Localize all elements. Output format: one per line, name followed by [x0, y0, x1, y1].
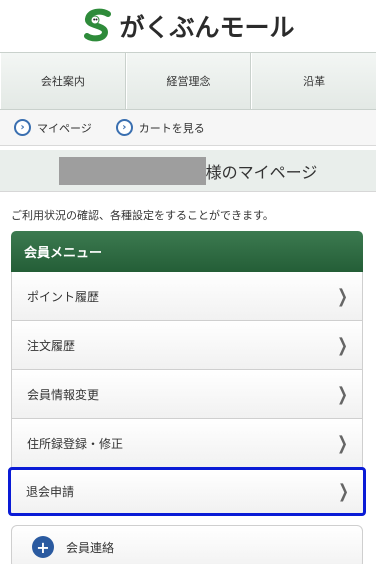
header: がくぶんモール	[0, 0, 376, 52]
page-title-suffix: 様のマイページ	[205, 162, 318, 182]
menu-item-point-history[interactable]: ポイント履歴 ❯	[11, 272, 363, 321]
chevron-right-circle-icon: ›	[115, 119, 133, 136]
logo-mark-icon	[84, 8, 112, 42]
member-menu: 会員メニュー ポイント履歴 ❯ 注文履歴 ❯ 会員情報変更 ❯ 住所録登録・修正…	[8, 231, 366, 517]
menu-item-label: ポイント履歴	[27, 289, 100, 304]
chevron-right-icon: ❯	[338, 481, 349, 502]
intro-text: ご利用状況の確認、各種設定をすることができます。	[11, 209, 274, 222]
menu-item-address-book[interactable]: 住所録登録・修正 ❯	[11, 419, 363, 468]
menu-item-member-info[interactable]: 会員情報変更 ❯	[11, 370, 363, 419]
member-menu-header: 会員メニュー	[11, 231, 363, 272]
top-navigation: 会社案内 経営理念 沿革	[0, 52, 376, 110]
sub-navigation: › マイページ › カートを見る	[0, 110, 376, 146]
nav-philosophy[interactable]: 経営理念	[125, 53, 252, 109]
mypage-link-label: マイページ	[37, 121, 92, 135]
member-contact-button[interactable]: + 会員連絡	[11, 525, 363, 564]
menu-item-label: 住所録登録・修正	[27, 436, 124, 451]
page-title: 様のマイページ	[0, 150, 376, 192]
chevron-right-icon: ❯	[337, 334, 348, 356]
menu-item-label: 注文履歴	[27, 338, 76, 353]
site-logo[interactable]: がくぶんモール	[81, 8, 295, 44]
menu-item-label: 退会申請	[26, 485, 75, 499]
mypage-link[interactable]: › マイページ	[14, 119, 92, 136]
chevron-right-icon: ❯	[337, 383, 348, 405]
chevron-right-icon: ❯	[337, 432, 348, 454]
nav-history[interactable]: 沿革	[251, 53, 376, 109]
view-cart-link[interactable]: › カートを見る	[115, 119, 205, 136]
menu-item-withdrawal[interactable]: 退会申請 ❯	[8, 467, 366, 516]
plus-circle-icon: +	[32, 536, 54, 558]
chevron-right-icon: ❯	[337, 285, 348, 307]
redacted-username	[58, 156, 206, 185]
member-contact-label: 会員連絡	[66, 540, 115, 555]
logo-text: がくぶんモール	[119, 13, 295, 42]
nav-company-info[interactable]: 会社案内	[0, 53, 126, 109]
view-cart-link-label: カートを見る	[138, 121, 205, 135]
chevron-right-circle-icon: ›	[14, 119, 31, 136]
menu-item-order-history[interactable]: 注文履歴 ❯	[11, 321, 363, 370]
menu-item-label: 会員情報変更	[27, 387, 100, 402]
